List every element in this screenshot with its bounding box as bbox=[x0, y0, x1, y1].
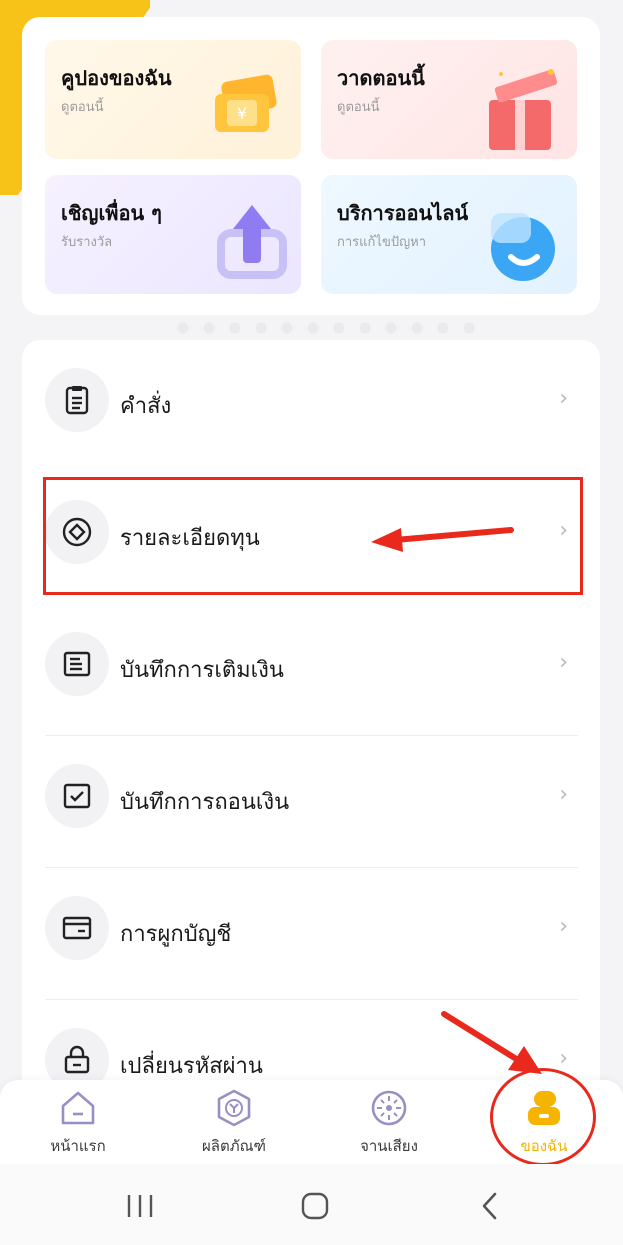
tile-invite-friends[interactable]: เชิญเพื่อน ๆ รับรางวัล bbox=[45, 175, 301, 294]
tile-subtitle: ดูตอนนี้ bbox=[337, 100, 380, 115]
nav-label: ผลิตภัณฑ์ bbox=[202, 1137, 266, 1155]
chevron-right-icon: › bbox=[559, 914, 568, 939]
nav-home[interactable]: หน้าแรก bbox=[18, 1088, 138, 1164]
chevron-right-icon: › bbox=[559, 1046, 568, 1071]
home-icon bbox=[61, 1091, 95, 1125]
recent-apps-button[interactable] bbox=[110, 1186, 170, 1226]
annotation-highlight-box bbox=[43, 477, 583, 595]
decorative-dots bbox=[170, 322, 490, 334]
gift-box-icon bbox=[489, 69, 558, 150]
annotation-highlight-ellipse bbox=[490, 1068, 596, 1166]
chevron-right-icon: › bbox=[559, 650, 568, 675]
chevron-right-icon: › bbox=[559, 782, 568, 807]
system-navigation-bar bbox=[0, 1164, 623, 1245]
share-upload-icon bbox=[217, 205, 287, 279]
tile-draw-now[interactable]: วาดตอนนี้ ดูตอนนี้ bbox=[321, 40, 577, 159]
menu-item-label: บันทึกการเติมเงิน bbox=[120, 658, 284, 683]
tile-subtitle: การแก้ไขปัญหา bbox=[337, 235, 427, 250]
menu-item-label: คำสั่ง bbox=[120, 394, 172, 419]
account-menu: คำสั่ง › รายละเอียดทุน › บันทึกการเติมเง… bbox=[22, 340, 600, 1120]
svg-text:¥: ¥ bbox=[237, 104, 247, 123]
menu-item-orders[interactable]: คำสั่ง › bbox=[22, 340, 600, 472]
menu-item-deposit-records[interactable]: บันทึกการเติมเงิน › bbox=[22, 604, 600, 736]
home-circle-icon bbox=[301, 1192, 329, 1220]
tile-subtitle: ดูตอนนี้ bbox=[61, 100, 104, 115]
tile-my-coupons[interactable]: คูปองของฉัน ดูตอนนี้ ¥ bbox=[45, 40, 301, 159]
menu-item-label: เปลี่ยนรหัสผ่าน bbox=[120, 1054, 263, 1079]
tile-title: เชิญเพื่อน ๆ bbox=[61, 201, 162, 225]
checkbox-icon bbox=[45, 764, 109, 828]
back-chevron-icon bbox=[482, 1192, 497, 1220]
back-button[interactable] bbox=[460, 1186, 520, 1226]
menu-item-label: การผูกบัญชี bbox=[120, 922, 232, 947]
tile-subtitle: รับรางวัล bbox=[61, 235, 113, 250]
nav-label: หน้าแรก bbox=[50, 1137, 106, 1155]
tile-title: คูปองของฉัน bbox=[61, 66, 172, 90]
tile-title: บริการออนไลน์ bbox=[337, 201, 469, 225]
recent-apps-icon bbox=[127, 1195, 153, 1217]
nav-label: จานเสียง bbox=[360, 1137, 418, 1155]
chevron-right-icon: › bbox=[559, 386, 568, 411]
tile-online-service[interactable]: บริการออนไลน์ การแก้ไขปัญหา bbox=[321, 175, 577, 294]
hexagon-product-icon bbox=[217, 1089, 251, 1127]
menu-item-label: บันทึกการถอนเงิน bbox=[120, 790, 290, 815]
tile-title: วาดตอนนี้ bbox=[337, 66, 425, 90]
quick-actions-card: คูปองของฉัน ดูตอนนี้ ¥ วาดตอนนี้ ดูตอนนี… bbox=[22, 17, 600, 315]
menu-item-account-binding[interactable]: การผูกบัญชี › bbox=[22, 868, 600, 1000]
menu-item-withdrawal-records[interactable]: บันทึกการถอนเงิน › bbox=[22, 736, 600, 868]
nav-lottery-wheel[interactable]: จานเสียง bbox=[329, 1088, 449, 1164]
wheel-icon bbox=[371, 1090, 407, 1126]
card-icon bbox=[45, 896, 109, 960]
nav-products[interactable]: ผลิตภัณฑ์ bbox=[174, 1088, 294, 1164]
coupon-ticket-icon: ¥ bbox=[215, 74, 277, 132]
document-lines-icon bbox=[45, 632, 109, 696]
support-bubble-icon bbox=[491, 213, 555, 281]
clipboard-list-icon bbox=[45, 368, 109, 432]
home-system-button[interactable] bbox=[285, 1186, 345, 1226]
